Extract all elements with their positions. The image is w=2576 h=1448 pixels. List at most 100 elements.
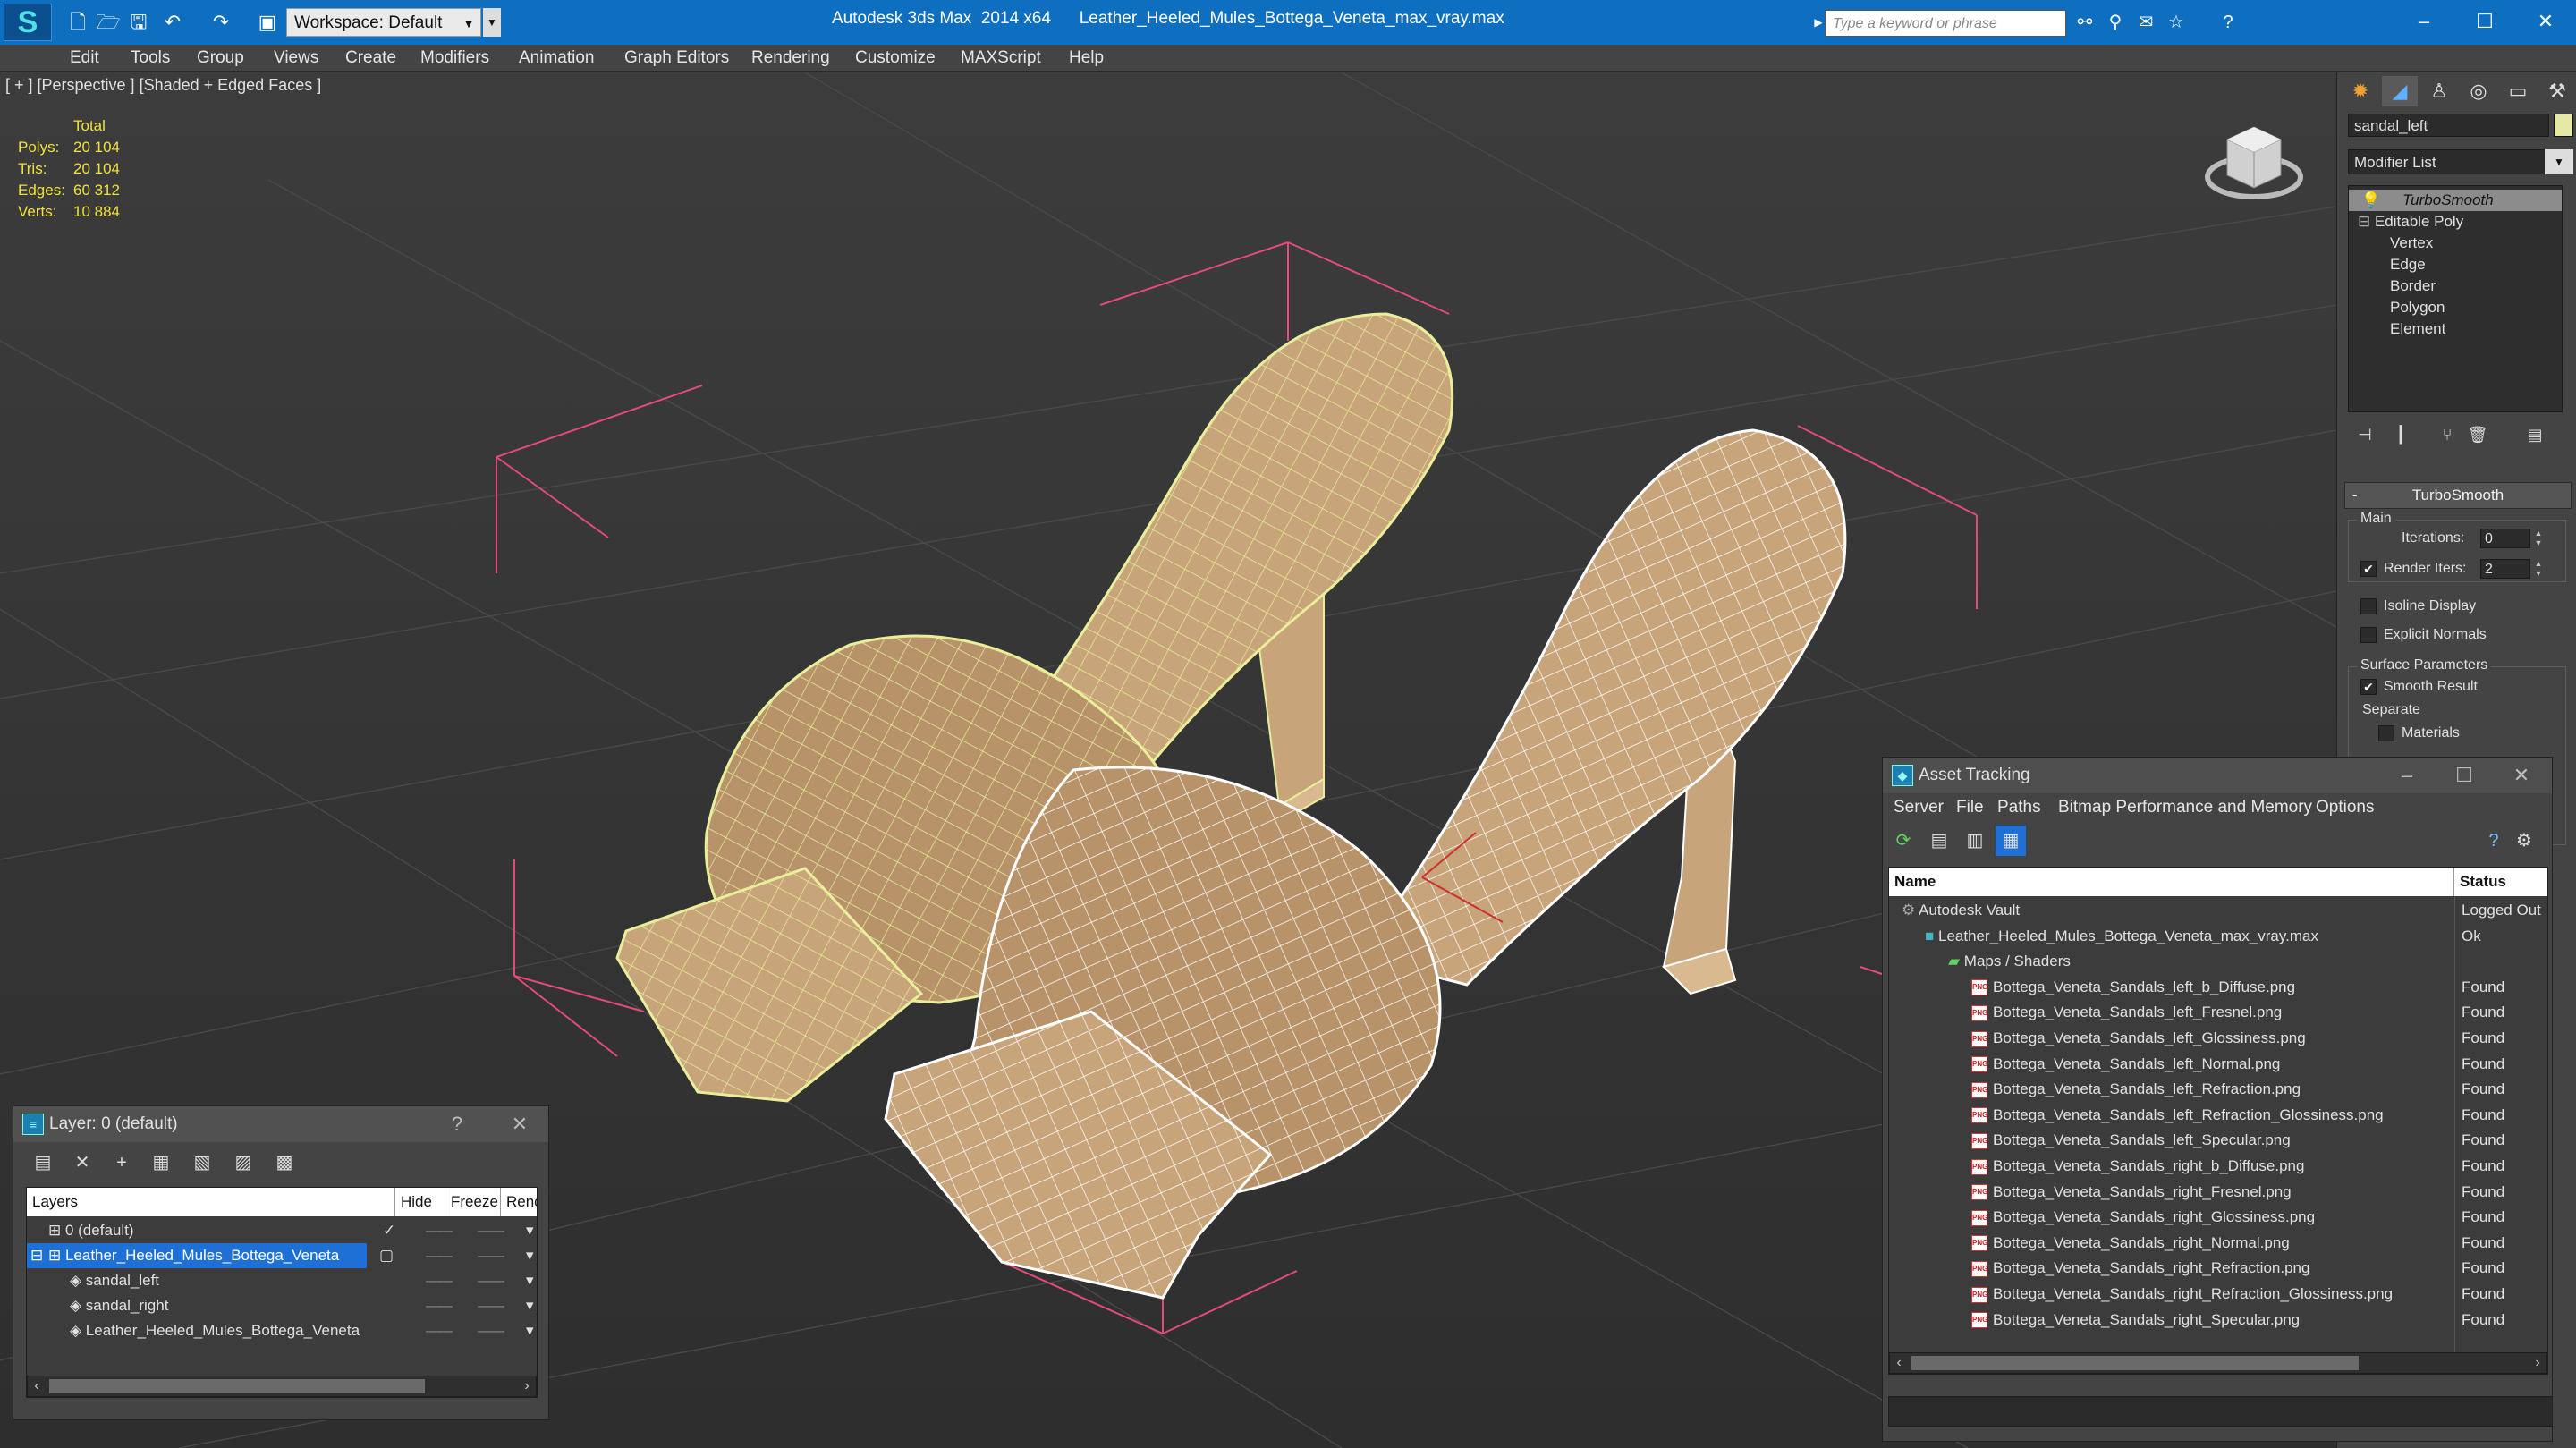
menu-maxscript[interactable]: MAXScript (961, 45, 1041, 72)
stack-item-polygon[interactable]: Polygon (2390, 297, 2445, 318)
configure-sets-icon[interactable]: ▤ (2521, 421, 2548, 448)
table-row[interactable]: PNG Bottega_Veneta_Sandals_right_Refracti… (1889, 1282, 2547, 1307)
explicit-normals-checkbox[interactable] (2360, 627, 2377, 643)
collapse-icon[interactable]: ⊟ (2358, 213, 2375, 230)
scroll-left-icon[interactable]: ‹ (28, 1376, 46, 1396)
menu-tools[interactable]: Tools (131, 45, 170, 72)
refresh-icon[interactable]: ⟳ (1888, 826, 1919, 856)
make-unique-icon[interactable]: ⑂ (2434, 421, 2461, 448)
menu-views[interactable]: Views (274, 45, 318, 72)
search-input[interactable]: Type a keyword or phrase (1825, 10, 2066, 37)
render-toggle-icon[interactable]: ▾ (526, 1218, 537, 1243)
table-row[interactable]: ■ Leather_Heeled_Mules_Bottega_Veneta_ma… (1889, 924, 2547, 949)
freeze-toggle[interactable]: —— (478, 1218, 504, 1243)
current-layer-box-icon[interactable]: ▢ (379, 1243, 397, 1268)
menu-options[interactable]: Options (2316, 793, 2374, 820)
hide-toggle[interactable]: —— (426, 1293, 453, 1318)
materials-checkbox[interactable] (2378, 725, 2394, 741)
stack-item-edge[interactable]: Edge (2390, 254, 2426, 275)
highlight-layer-icon[interactable]: ▧ (187, 1147, 217, 1178)
lightbulb-icon[interactable]: 💡 (2361, 190, 2380, 211)
hierarchy-tab-icon[interactable]: ♙ (2421, 76, 2457, 106)
motion-tab-icon[interactable]: ◎ (2461, 76, 2496, 106)
stack-item-element[interactable]: Element (2390, 318, 2445, 340)
modify-tab-icon[interactable]: ◢ (2382, 76, 2418, 106)
menu-group[interactable]: Group (197, 45, 244, 72)
hide-toggle[interactable]: —— (426, 1268, 453, 1293)
spinner-arrows-icon[interactable]: ▲ ▼ (2532, 529, 2545, 548)
minimize-icon[interactable]: – (2389, 758, 2425, 793)
object-name-field[interactable]: sandal_left (2348, 114, 2549, 137)
freeze-toggle[interactable]: —— (478, 1293, 504, 1318)
table-row[interactable]: PNG Bottega_Veneta_Sandals_right_Refracti… (1889, 1256, 2547, 1281)
menu-modifiers[interactable]: Modifiers (420, 45, 489, 72)
favorites-star-icon[interactable]: ☆ (2163, 9, 2190, 36)
object-color-swatch[interactable] (2554, 114, 2573, 137)
col-hide[interactable]: Hide (395, 1188, 445, 1216)
table-row[interactable]: PNG Bottega_Veneta_Sandals_left_Normal.pn… (1889, 1052, 2547, 1077)
menu-help[interactable]: Help (1069, 45, 1104, 72)
maximize-button[interactable]: ☐ (2458, 5, 2512, 38)
horizontal-scrollbar[interactable]: ‹ › (1889, 1352, 2547, 1374)
viewport-label[interactable]: [ + ] [Perspective ] [Shaded + Edged Fac… (5, 76, 321, 95)
pin-stack-icon[interactable]: ⊣ (2351, 421, 2378, 448)
workspace-menu-button[interactable]: ▼ (483, 8, 501, 37)
stack-item-editable-poly[interactable]: ⊟ Editable Poly (2358, 211, 2463, 233)
table-row[interactable]: PNG Bottega_Veneta_Sandals_right_Glossine… (1889, 1205, 2547, 1230)
menu-bitmap-performance[interactable]: Bitmap Performance and Memory (2058, 793, 2312, 820)
menu-rendering[interactable]: Rendering (751, 45, 830, 72)
freeze-toggle[interactable]: —— (478, 1268, 504, 1293)
col-freeze[interactable]: Freeze (445, 1188, 501, 1216)
menu-create[interactable]: Create (345, 45, 396, 72)
viewcube-icon[interactable] (2200, 113, 2308, 211)
render-iters-spinner[interactable]: 2 (2480, 559, 2530, 579)
hide-toggle[interactable]: —— (426, 1243, 453, 1268)
col-status[interactable]: Status (2454, 868, 2547, 896)
turbosmooth-rollout-header[interactable]: - TurboSmooth (2344, 482, 2572, 509)
table-row[interactable]: ◈ Leather_Heeled_Mules_Bottega_Veneta ——… (27, 1318, 537, 1343)
create-layer-icon[interactable]: ▤ (28, 1147, 58, 1178)
utilities-tab-icon[interactable]: ⚒ (2539, 76, 2575, 106)
col-layers[interactable]: Layers (27, 1188, 395, 1216)
subscription-icon[interactable]: ⚲ (2102, 9, 2129, 36)
table-row[interactable]: ⊞ 0 (default) ✓ —— —— ▾ (27, 1218, 537, 1243)
render-toggle-icon[interactable]: ▾ (526, 1268, 537, 1293)
menu-file[interactable]: File (1956, 793, 1984, 820)
spinner-arrows-icon[interactable]: ▲ ▼ (2532, 559, 2545, 579)
chevron-down-icon[interactable]: ▼ (2545, 149, 2573, 174)
maximize-icon[interactable]: ☐ (2446, 758, 2482, 793)
close-icon[interactable]: ✕ (502, 1106, 538, 1142)
modifier-stack[interactable]: 💡 TurboSmooth ⊟ Editable Poly Vertex Edge… (2348, 185, 2563, 412)
save-file-icon[interactable]: 🖫 (123, 9, 154, 36)
select-objects-icon[interactable]: ▦ (146, 1147, 176, 1178)
hide-all-icon[interactable]: ▨ (228, 1147, 258, 1178)
create-tab-icon[interactable]: ✹ (2343, 76, 2378, 106)
freeze-toggle[interactable]: —— (478, 1243, 504, 1268)
display-tab-icon[interactable]: ▭ (2500, 76, 2536, 106)
help-icon[interactable]: ? (2215, 9, 2241, 36)
table-row[interactable]: PNG Bottega_Veneta_Sandals_right_Normal.p… (1889, 1231, 2547, 1256)
delete-layer-icon[interactable]: ✕ (67, 1147, 97, 1178)
table-row[interactable]: PNG Bottega_Veneta_Sandals_left_Fresnel.p… (1889, 1000, 2547, 1025)
table-row[interactable]: ▰ Maps / Shaders (1889, 949, 2547, 974)
show-end-result-icon[interactable]: ┃ (2387, 421, 2414, 448)
freeze-toggle[interactable]: —— (478, 1318, 504, 1343)
table-row[interactable]: PNG Bottega_Veneta_Sandals_left_Specular.… (1889, 1128, 2547, 1153)
table-view-icon[interactable]: ▦ (1996, 826, 2026, 856)
menu-server[interactable]: Server (1894, 793, 1944, 820)
table-row[interactable]: PNG Bottega_Veneta_Sandals_left_Refractio… (1889, 1077, 2547, 1102)
menu-paths[interactable]: Paths (1997, 793, 2041, 820)
app-logo-icon[interactable]: S (4, 4, 52, 41)
table-row[interactable]: ⚙ Autodesk Vault Logged Out (1889, 898, 2547, 923)
workspace-dropdown[interactable]: Workspace: Default ▼ (286, 8, 481, 37)
scroll-right-icon[interactable]: › (518, 1376, 536, 1396)
settings-icon[interactable]: ⚙ (2509, 826, 2539, 856)
hide-toggle[interactable]: —— (426, 1218, 453, 1243)
undo-icon[interactable]: ↶ (157, 9, 188, 36)
isoline-display-checkbox[interactable] (2360, 598, 2377, 614)
stack-item-turbosmooth[interactable]: 💡 TurboSmooth (2349, 190, 2562, 211)
communication-icon[interactable]: ✉ (2132, 9, 2159, 36)
stack-item-vertex[interactable]: Vertex (2390, 233, 2433, 254)
current-layer-check-icon[interactable]: ✓ (383, 1218, 401, 1243)
asset-path-field[interactable] (1888, 1396, 2552, 1427)
